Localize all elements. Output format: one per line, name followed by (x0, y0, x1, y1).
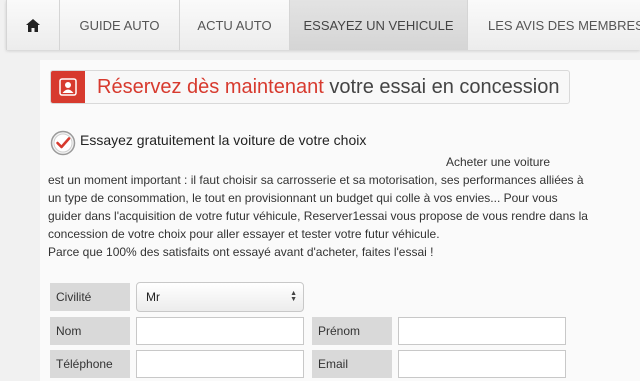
civilite-select[interactable]: Mr ▲ ▼ (136, 282, 304, 312)
prenom-field[interactable] (398, 317, 566, 345)
nav-avis-membres[interactable]: LES AVIS DES MEMBRES (468, 0, 640, 50)
form-row-telephone-email: Téléphone Email (50, 350, 566, 378)
telephone-field[interactable] (136, 350, 304, 378)
intro-title: Essayez gratuitement la voiture de votre… (80, 132, 367, 148)
prenom-label: Prénom (312, 317, 392, 345)
intro-para-rest: est un moment important : il faut choisi… (48, 173, 588, 241)
form-row-nom-prenom: Nom Prénom (50, 317, 566, 345)
intro-paragraph: Acheter une voiture est un moment import… (48, 153, 588, 261)
nom-label: Nom (50, 317, 130, 345)
banner-icon-box (51, 71, 85, 103)
nav-actu-auto[interactable]: ACTU AUTO (180, 0, 290, 50)
reservation-banner: Réservez dès maintenant votre essai en c… (50, 70, 570, 104)
civilite-label: Civilité (50, 283, 130, 311)
intro-para-first: Acheter une voiture (446, 155, 551, 169)
main-content: Réservez dès maintenant votre essai en c… (40, 60, 640, 381)
user-icon (59, 78, 77, 96)
banner-rest: votre essai en concession (329, 75, 560, 98)
form-row-civilite: Civilité Mr ▲ ▼ (50, 282, 304, 312)
top-nav: GUIDE AUTO ACTU AUTO ESSAYEZ UN VEHICULE… (6, 0, 640, 50)
nav-guide-auto[interactable]: GUIDE AUTO (60, 0, 180, 50)
banner-title: Réservez dès maintenant votre essai en c… (85, 71, 560, 103)
nav-essayez-vehicule[interactable]: ESSAYEZ UN VEHICULE (290, 0, 468, 50)
intro-para-last: Parce que 100% des satisfaits ont essayé… (48, 245, 434, 259)
home-icon (26, 18, 40, 32)
banner-highlight: Réservez dès maintenant (97, 75, 324, 98)
nom-field[interactable] (136, 317, 304, 345)
email-field[interactable] (398, 350, 566, 378)
email-label: Email (312, 350, 392, 378)
telephone-label: Téléphone (50, 350, 130, 378)
nav-home[interactable] (6, 0, 60, 50)
civilite-value: Mr (146, 290, 160, 304)
select-arrows-icon: ▲ ▼ (290, 290, 297, 303)
